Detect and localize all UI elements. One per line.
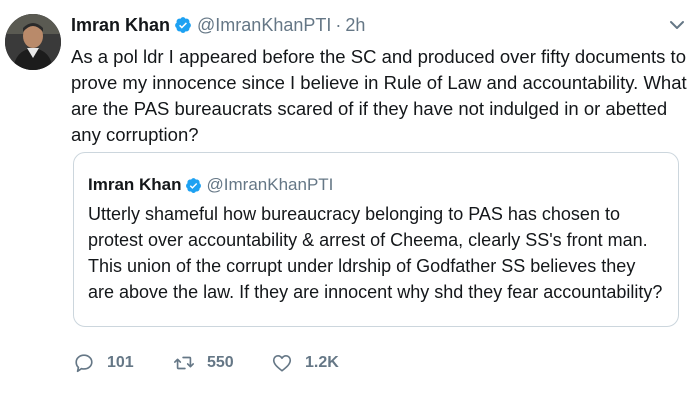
avatar-photo [5,14,61,70]
retweet-count: 550 [207,354,234,371]
like-button[interactable]: 1.2K [271,352,361,374]
tweet: Imran Khan @ImranKhanPTI · 2h As a pol l… [0,0,700,400]
tweet-actions: 101 550 1.2K [73,352,361,374]
tweet-content: Imran Khan @ImranKhanPTI · 2h As a pol l… [71,14,687,148]
separator-dot: · [335,14,342,35]
tweet-header: Imran Khan @ImranKhanPTI · 2h [71,14,686,36]
retweet-icon [174,356,194,370]
like-count: 1.2K [305,354,339,371]
reply-icon [75,354,93,373]
quoted-tweet[interactable]: Imran Khan @ImranKhanPTI Utterly shamefu… [73,152,679,327]
quoted-author-handle: @ImranKhanPTI [206,175,334,194]
verified-badge-icon [185,177,202,194]
reply-count: 101 [107,354,134,371]
verified-badge-icon [174,16,192,34]
quoted-tweet-header: Imran Khan @ImranKhanPTI [88,175,664,195]
retweet-button[interactable]: 550 [173,352,271,374]
heart-icon [272,355,292,372]
quoted-tweet-text: Utterly shameful how bureaucracy belongi… [88,204,663,302]
avatar[interactable] [5,14,61,70]
author-name[interactable]: Imran Khan [71,15,170,36]
author-handle[interactable]: @ImranKhanPTI [197,15,331,36]
chevron-down-icon[interactable] [668,16,686,34]
reply-button[interactable]: 101 [73,352,173,374]
tweet-text: As a pol ldr I appeared before the SC an… [71,46,687,145]
tweet-timestamp[interactable]: 2h [345,15,365,36]
quoted-author-name: Imran Khan [88,175,182,194]
